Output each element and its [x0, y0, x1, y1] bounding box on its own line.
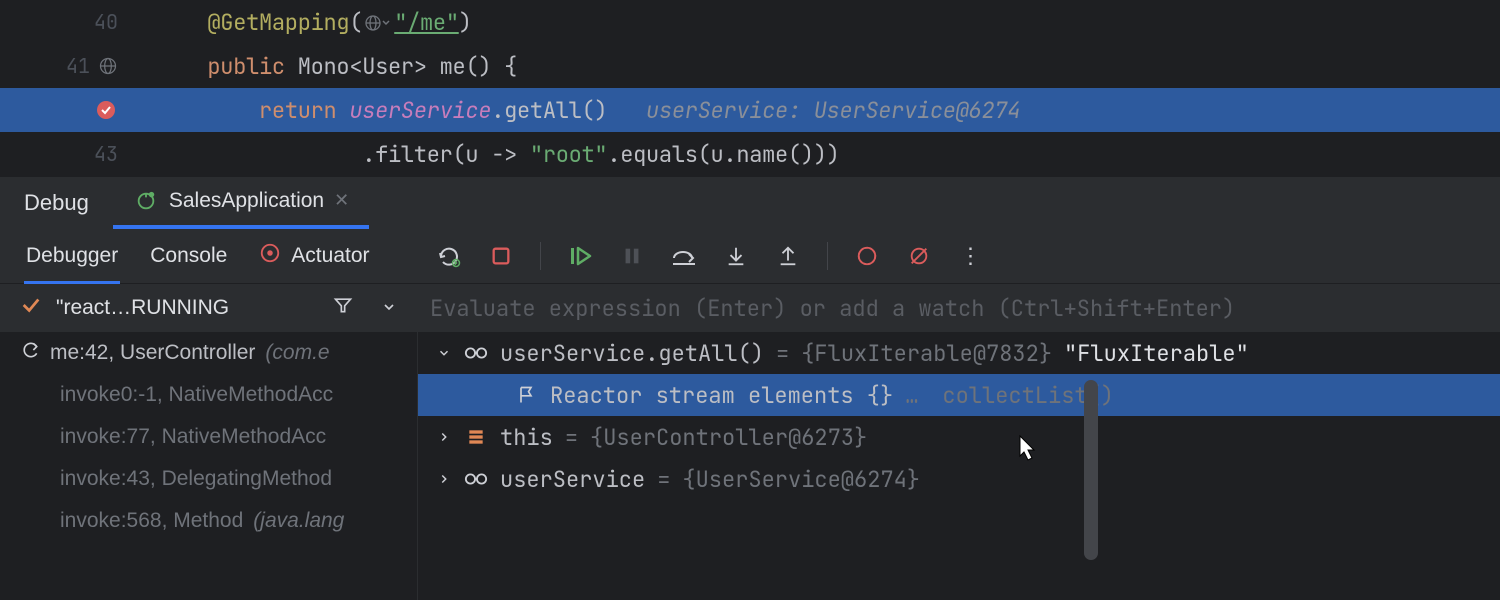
gutter[interactable]	[0, 98, 130, 122]
step-into-button[interactable]	[723, 243, 749, 269]
resume-button[interactable]	[567, 243, 593, 269]
step-over-button[interactable]	[671, 243, 697, 269]
stop-button[interactable]	[488, 243, 514, 269]
evaluate-expression-input[interactable]: Evaluate expression (Enter) or add a wat…	[418, 284, 1500, 332]
rerun-icon	[133, 188, 159, 214]
code-content: @GetMapping("/me")	[130, 8, 472, 37]
step-out-button[interactable]	[775, 243, 801, 269]
code-content: return userService.getAll() userService:…	[130, 96, 1020, 125]
tab-debugger[interactable]: Debugger	[24, 244, 120, 284]
code-content: .filter(u -> "root".equals(u.name()))	[130, 140, 840, 169]
code-editor[interactable]: 40 @GetMapping("/me")41 public Mono<User…	[0, 0, 1500, 176]
stack-icon	[464, 427, 488, 447]
stack-frame[interactable]: invoke:77, NativeMethodAcc	[0, 416, 417, 458]
expand-arrow-icon[interactable]	[436, 472, 452, 486]
breakpoint-icon[interactable]	[94, 98, 118, 122]
close-icon[interactable]: ✕	[334, 190, 349, 211]
globe-inline-icon	[364, 14, 392, 32]
tab-console[interactable]: Console	[148, 244, 229, 268]
variable-row[interactable]: Reactor stream elements {} … collectList…	[418, 374, 1500, 416]
debug-title: Debug	[0, 190, 113, 216]
check-icon	[20, 294, 42, 322]
gutter[interactable]: 41	[0, 53, 130, 79]
run-config-tab[interactable]: SalesApplication ✕	[113, 177, 369, 229]
stack-frame[interactable]: invoke:43, DelegatingMethod	[0, 458, 417, 500]
more-icon[interactable]: ⋮	[958, 243, 984, 269]
view-breakpoints-button[interactable]	[854, 243, 880, 269]
tab-actuator[interactable]: Actuator	[257, 242, 371, 270]
glasses-icon	[464, 345, 488, 361]
chevron-down-icon[interactable]	[381, 295, 397, 321]
rerun-button[interactable]	[436, 243, 462, 269]
stack-frame[interactable]: me:42, UserController (com.e	[0, 332, 417, 374]
variable-name: userService.getAll()	[500, 339, 764, 368]
debug-sub-toolbar: Debugger Console Actuator	[0, 228, 1500, 284]
gutter[interactable]: 43	[0, 141, 130, 167]
code-line[interactable]: 43 .filter(u -> "root".equals(u.name()))	[0, 132, 1500, 176]
pause-button[interactable]	[619, 243, 645, 269]
gutter[interactable]: 40	[0, 9, 130, 35]
actuator-icon	[259, 242, 281, 270]
code-line[interactable]: 40 @GetMapping("/me")	[0, 0, 1500, 44]
variable-row[interactable]: userService.getAll() = {FluxIterable@783…	[418, 332, 1500, 374]
variable-name: userService	[500, 465, 645, 494]
mute-breakpoints-button[interactable]	[906, 243, 932, 269]
debug-toolwindow-header: Debug SalesApplication ✕	[0, 176, 1500, 228]
thread-selector[interactable]: "react…RUNNING	[0, 284, 417, 332]
stack-frame[interactable]: invoke0:-1, NativeMethodAcc	[0, 374, 417, 416]
glasses-icon	[464, 471, 488, 487]
flag-icon	[514, 385, 538, 405]
variables-panel: Evaluate expression (Enter) or add a wat…	[418, 284, 1500, 600]
variable-name: this	[500, 423, 553, 452]
code-line[interactable]: return userService.getAll() userService:…	[0, 88, 1500, 132]
variable-row[interactable]: this = {UserController@6273}	[418, 416, 1500, 458]
variable-row[interactable]: userService = {UserService@6274}	[418, 458, 1500, 500]
frames-panel: "react…RUNNING me:42, UserController (co…	[0, 284, 418, 600]
expand-arrow-icon[interactable]	[436, 346, 452, 360]
globe-icon	[98, 56, 118, 76]
stack-frame[interactable]: invoke:568, Method (java.lang	[0, 500, 417, 542]
code-content: public Mono<User> me() {	[130, 52, 517, 81]
expand-arrow-icon[interactable]	[436, 430, 452, 444]
run-config-name: SalesApplication	[169, 189, 324, 213]
scrollbar[interactable]	[1084, 380, 1098, 560]
filter-icon[interactable]	[333, 295, 353, 321]
code-line[interactable]: 41 public Mono<User> me() {	[0, 44, 1500, 88]
variable-name: Reactor stream elements {}	[550, 381, 893, 410]
drop-frame-icon	[20, 340, 40, 366]
